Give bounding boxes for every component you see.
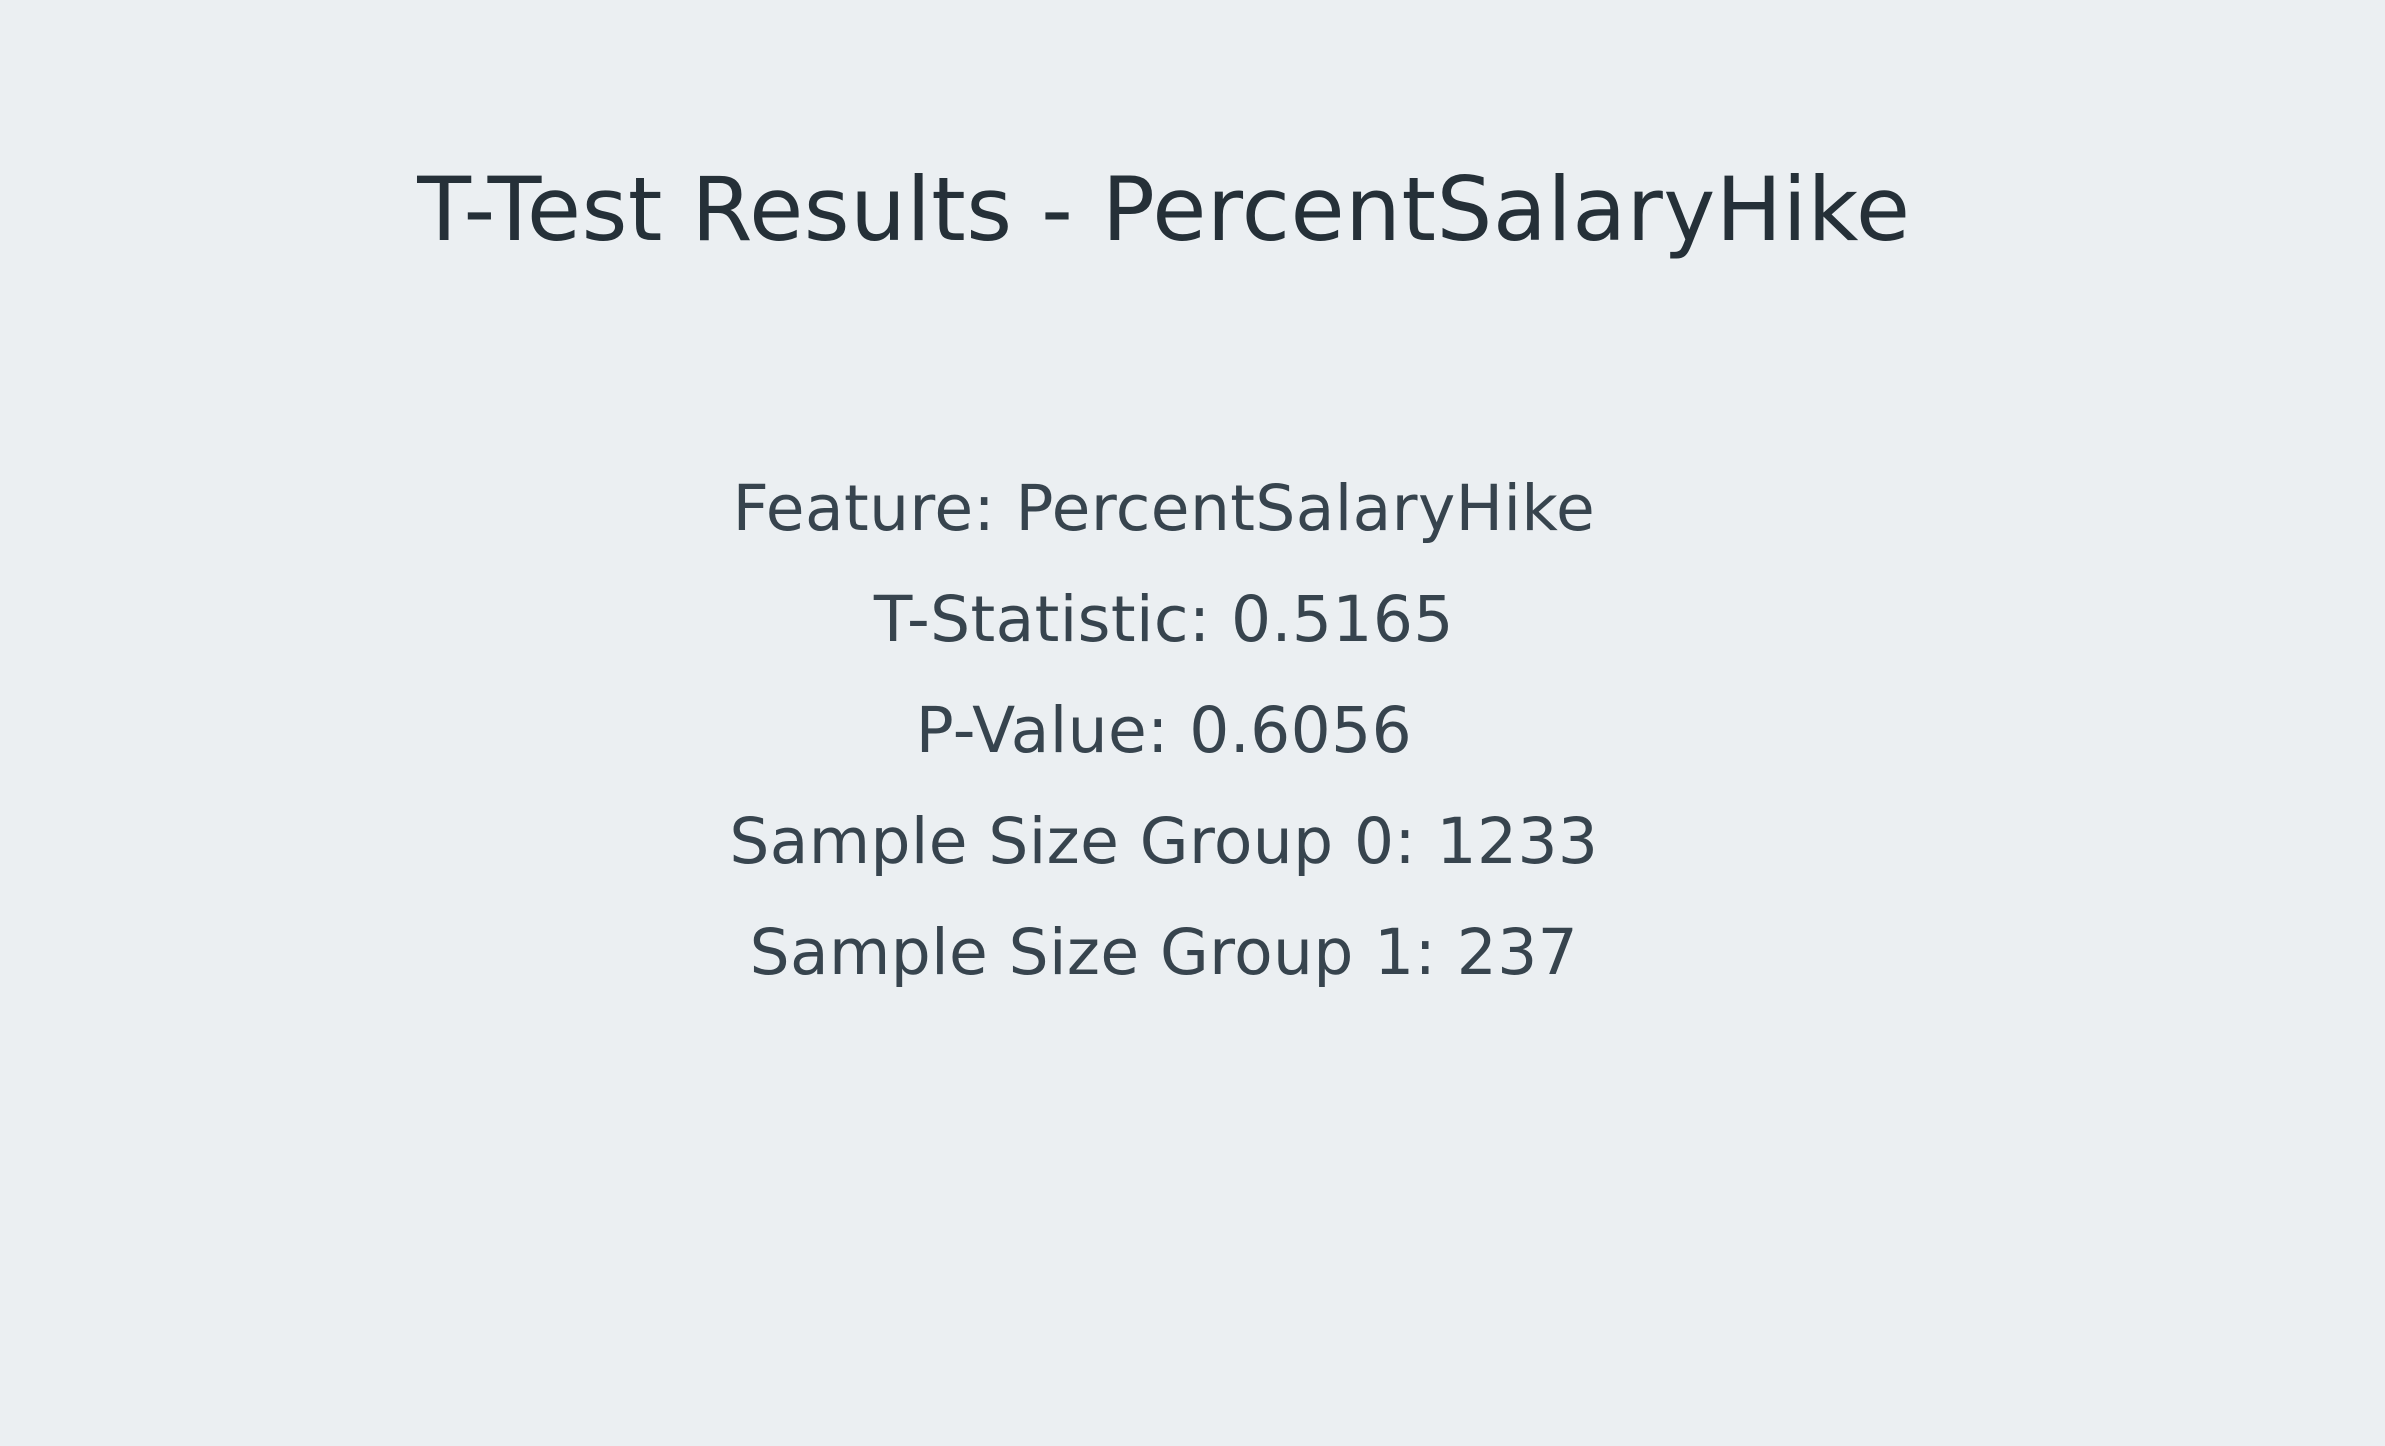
t-statistic-line: T-Statistic: 0.5165 <box>873 583 1454 656</box>
page-title: T-Test Results - PercentSalaryHike <box>417 158 1911 261</box>
sample-size-group-0-line: Sample Size Group 0: 1233 <box>729 805 1599 878</box>
ttest-results-panel: T-Test Results - PercentSalaryHike Featu… <box>0 0 2385 1446</box>
results-list: Feature: PercentSalaryHike T-Statistic: … <box>0 453 2356 1008</box>
sample-size-group-1-line: Sample Size Group 1: 237 <box>749 916 1579 989</box>
p-value-line: P-Value: 0.6056 <box>915 694 1413 767</box>
feature-line: Feature: PercentSalaryHike <box>732 472 1596 545</box>
